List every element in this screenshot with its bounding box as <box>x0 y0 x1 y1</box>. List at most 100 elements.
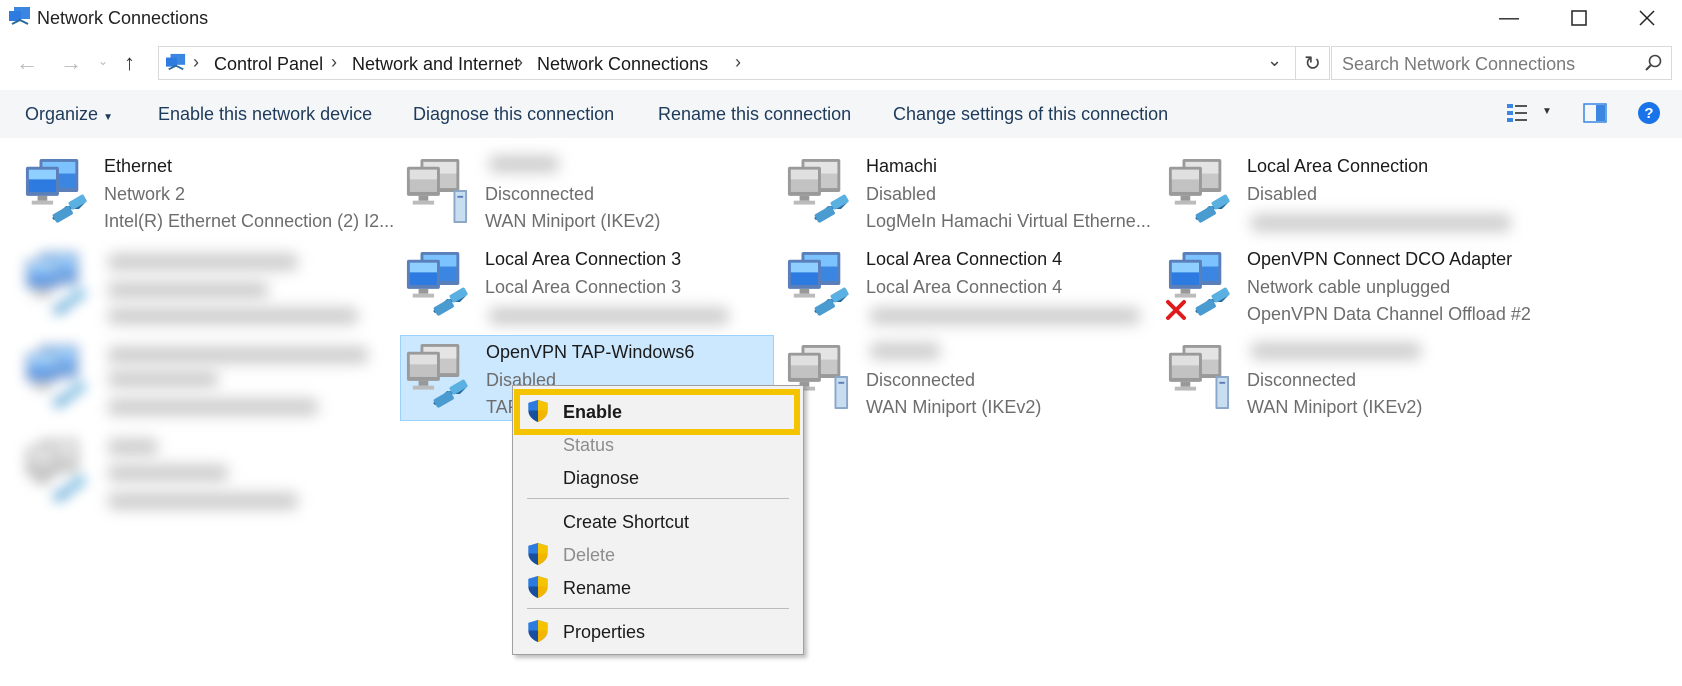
redacted-name <box>1251 342 1421 360</box>
connection-status: Disabled <box>1247 184 1318 204</box>
network-adapter-icon <box>25 252 88 318</box>
minimize-icon: — <box>1499 6 1519 29</box>
redacted-name <box>108 438 158 456</box>
connection-local-area-4[interactable]: Local Area Connection 4 Local Area Conne… <box>784 243 1164 329</box>
breadcrumb-network-and-internet[interactable]: Network and Internet <box>352 54 519 75</box>
connection-status: Local Area Connection 4 <box>866 277 1063 297</box>
connection-redacted-2[interactable] <box>22 336 402 422</box>
rename-connection-button[interactable]: Rename this connection <box>658 104 851 125</box>
forward-button[interactable]: → <box>60 50 82 76</box>
network-adapter-icon <box>787 159 850 225</box>
menu-label: Diagnose <box>563 468 640 488</box>
wan-miniport-icon <box>1168 345 1230 409</box>
maximize-icon <box>1571 10 1587 26</box>
connection-openvpn-dco[interactable]: OpenVPN Connect DCO Adapter Network cabl… <box>1165 243 1545 329</box>
connection-status: Disconnected <box>485 184 595 204</box>
minimize-button[interactable]: — <box>1474 0 1544 36</box>
view-options-icon[interactable] <box>1506 102 1530 124</box>
connection-status: Disconnected <box>866 370 976 390</box>
menu-item-diagnose[interactable]: Diagnose <box>513 462 803 492</box>
connection-local-area[interactable]: Local Area Connection Disabled <box>1165 150 1545 236</box>
menu-label: Properties <box>563 622 646 642</box>
chevron-right-icon[interactable]: › <box>193 52 199 73</box>
recent-locations-button[interactable]: ⌄ <box>98 54 108 68</box>
close-icon <box>1639 10 1655 26</box>
up-button[interactable]: ↑ <box>124 50 135 76</box>
network-adapter-icon <box>25 159 88 225</box>
menu-item-delete[interactable]: Delete <box>513 539 803 569</box>
redacted-device <box>489 307 729 325</box>
breadcrumb-control-panel[interactable]: Control Panel <box>214 54 323 75</box>
refresh-button[interactable]: ↻ <box>1296 46 1330 80</box>
back-button[interactable]: ← <box>16 50 38 76</box>
uac-shield-icon <box>528 542 548 566</box>
search-input[interactable] <box>1340 51 1634 77</box>
search-box[interactable] <box>1331 46 1672 80</box>
menu-item-properties[interactable]: Properties <box>513 616 803 646</box>
connection-wan-miniport-1[interactable]: Disconnected WAN Miniport (IKEv2) <box>403 150 783 236</box>
network-adapter-icon <box>1168 159 1231 225</box>
breadcrumb-network-connections[interactable]: Network Connections <box>537 54 708 75</box>
redacted-name <box>108 346 368 364</box>
network-connections-icon <box>9 7 30 25</box>
command-bar: Organize ▼ Enable this network device Di… <box>0 90 1682 138</box>
connection-device: LogMeIn Hamachi Virtual Etherne... <box>866 211 1151 231</box>
connection-status: Disabled <box>866 184 937 204</box>
title-bar: Network Connections — <box>0 0 1682 36</box>
connection-redacted-3[interactable] <box>22 430 402 516</box>
enable-highlight-box <box>514 389 800 435</box>
connection-hamachi[interactable]: Hamachi Disabled LogMeIn Hamachi Virtual… <box>784 150 1164 236</box>
refresh-icon: ↻ <box>1304 52 1321 75</box>
redacted-device <box>108 398 318 416</box>
connection-wan-miniport-3[interactable]: Disconnected WAN Miniport (IKEv2) <box>1165 336 1545 422</box>
organize-label: Organize <box>25 104 99 124</box>
red-x-icon <box>1166 300 1186 320</box>
dropdown-arrow-icon: ▼ <box>103 112 113 123</box>
close-button[interactable] <box>1612 0 1682 36</box>
redacted-device <box>1251 214 1511 232</box>
connection-name: OpenVPN TAP-Windows6 <box>486 342 695 362</box>
connection-status: Network cable unplugged <box>1247 277 1451 297</box>
connection-local-area-3[interactable]: Local Area Connection 3 Local Area Conne… <box>403 243 783 329</box>
menu-label: Status <box>563 435 615 455</box>
connection-wan-miniport-2[interactable]: Disconnected WAN Miniport (IKEv2) <box>784 336 1164 422</box>
network-adapter-icon <box>406 252 469 318</box>
uac-shield-icon <box>528 575 548 599</box>
connection-name: Local Area Connection 3 <box>485 249 682 269</box>
search-icon[interactable] <box>1645 54 1663 72</box>
menu-item-rename[interactable]: Rename <box>513 572 803 602</box>
connection-ethernet[interactable]: Ethernet Network 2 Intel(R) Ethernet Con… <box>22 150 402 236</box>
menu-separator <box>527 498 789 499</box>
svg-text:?: ? <box>1644 105 1653 122</box>
view-dropdown-icon[interactable]: ▼ <box>1542 106 1552 117</box>
organize-button[interactable]: Organize ▼ <box>25 104 113 125</box>
menu-label: Rename <box>563 578 632 598</box>
connection-status: Network 2 <box>104 184 186 204</box>
redacted-status <box>108 464 228 482</box>
window-title: Network Connections <box>37 8 209 28</box>
help-icon[interactable]: ? <box>1637 101 1661 125</box>
redacted-name <box>489 155 559 173</box>
connection-name: Local Area Connection <box>1247 156 1429 176</box>
enable-device-button[interactable]: Enable this network device <box>158 104 372 125</box>
wan-miniport-icon <box>406 159 468 223</box>
preview-pane-icon[interactable] <box>1583 103 1607 123</box>
connection-redacted-1[interactable] <box>22 243 402 329</box>
network-adapter-icon <box>787 252 850 318</box>
connection-name: OpenVPN Connect DCO Adapter <box>1247 249 1513 269</box>
chevron-right-icon[interactable]: › <box>517 52 523 73</box>
address-bar[interactable]: › Control Panel › Network and Internet ›… <box>158 46 1296 80</box>
change-settings-button[interactable]: Change settings of this connection <box>893 104 1168 125</box>
diagnose-connection-button[interactable]: Diagnose this connection <box>413 104 614 125</box>
menu-item-create-shortcut[interactable]: Create Shortcut <box>513 506 803 536</box>
redacted-name <box>108 253 298 271</box>
address-row: ← → ⌄ ↑ › Control Panel › Network and In… <box>0 44 1682 86</box>
redacted-status <box>108 370 218 388</box>
chevron-right-icon[interactable]: › <box>735 52 741 73</box>
address-dropdown-icon[interactable]: ⌄ <box>1267 50 1282 71</box>
chevron-right-icon[interactable]: › <box>331 52 337 73</box>
maximize-button[interactable] <box>1544 0 1614 36</box>
connection-device: WAN Miniport (IKEv2) <box>866 397 1042 417</box>
redacted-name <box>870 342 940 360</box>
redacted-device <box>108 307 358 325</box>
